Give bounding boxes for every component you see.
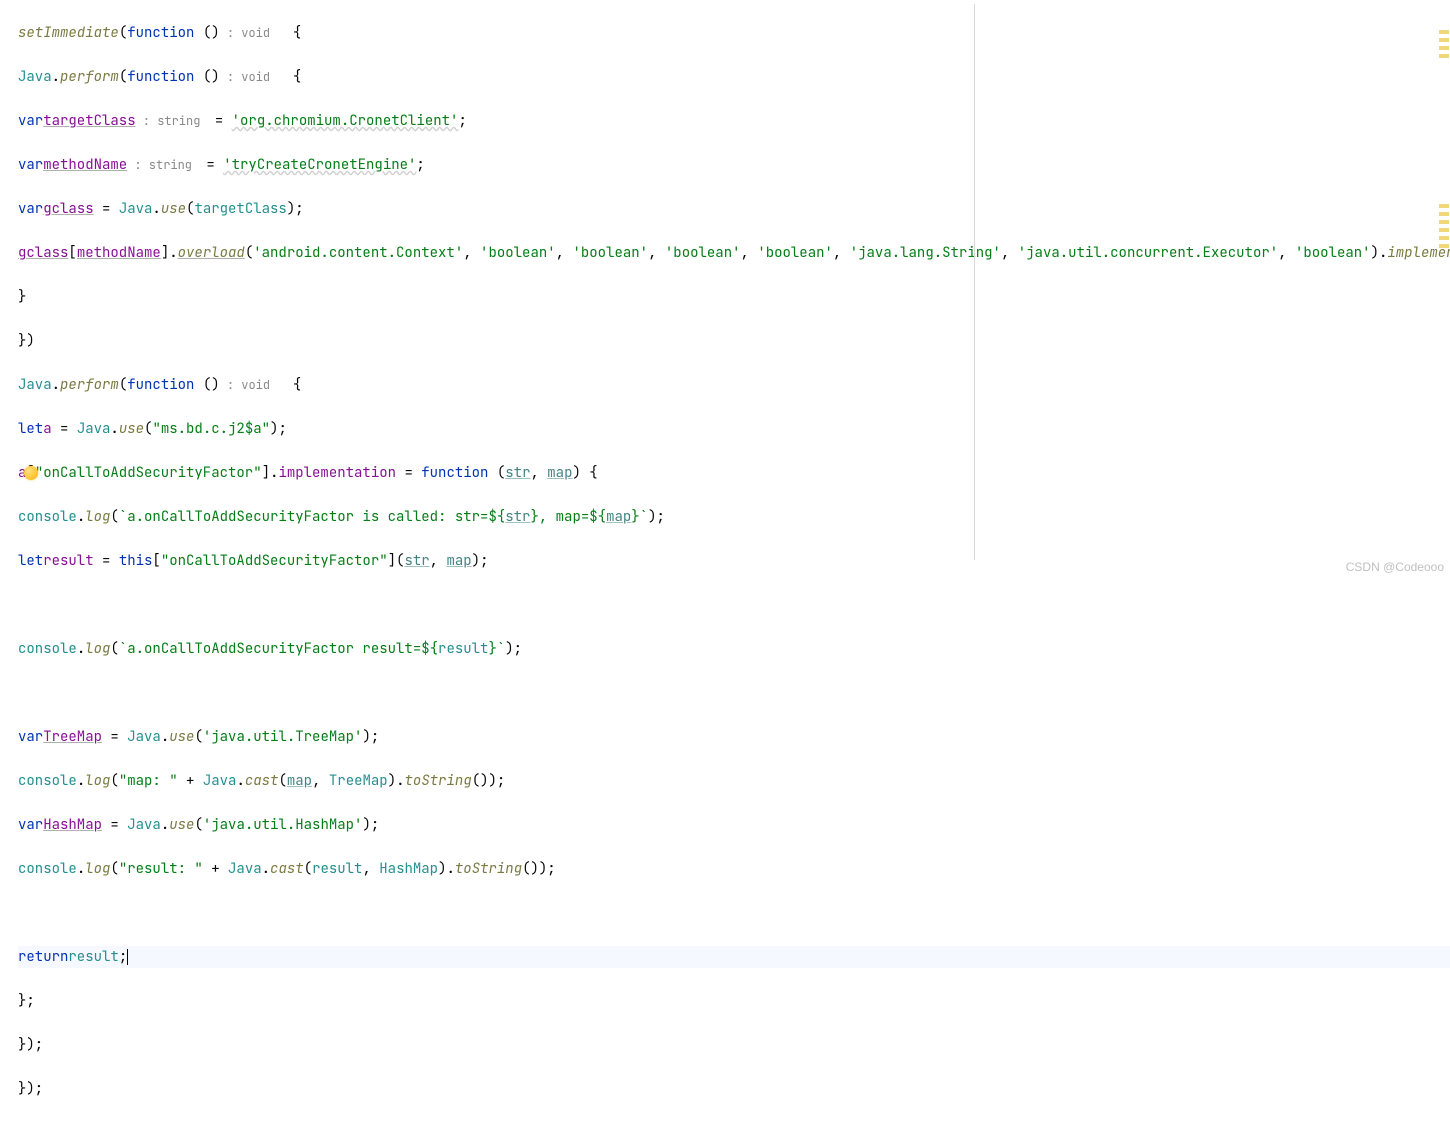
code-line[interactable]: setImmediate(function () : void { — [18, 22, 1450, 44]
warning-mark[interactable] — [1439, 244, 1449, 248]
warning-mark[interactable] — [1439, 204, 1449, 208]
code-line[interactable]: console.log(`a.onCallToAddSecurityFactor… — [18, 638, 1450, 660]
code-line[interactable]: console.log("map: " + Java.cast(map, Tre… — [18, 770, 1450, 792]
code-line[interactable]: console.log("result: " + Java.cast(resul… — [18, 858, 1450, 880]
error-stripe[interactable] — [1438, 0, 1450, 580]
code-line[interactable]: let a = Java.use("ms.bd.c.j2$a"); — [18, 418, 1450, 440]
code-line[interactable]: var targetClass : string = 'org.chromium… — [18, 110, 1450, 132]
code-line[interactable]: let result = this["onCallToAddSecurityFa… — [18, 550, 1450, 572]
warning-mark[interactable] — [1439, 46, 1449, 50]
code-line[interactable]: }; — [18, 990, 1450, 1012]
code-line[interactable]: var methodName : string = 'tryCreateCron… — [18, 154, 1450, 176]
code-line[interactable]: var TreeMap = Java.use('java.util.TreeMa… — [18, 726, 1450, 748]
code-line-current[interactable]: return result; — [18, 946, 1450, 968]
warning-mark[interactable] — [1439, 212, 1449, 216]
code-editor[interactable]: setImmediate(function () : void { Java.p… — [0, 0, 1450, 1122]
code-line[interactable]: Java.perform(function () : void { — [18, 66, 1450, 88]
code-line[interactable]: } — [18, 286, 1450, 308]
text-cursor — [127, 949, 128, 965]
watermark-text: CSDN @Codeooo — [1346, 560, 1444, 574]
fn-call: setImmediate — [18, 22, 119, 44]
warning-mark[interactable] — [1439, 220, 1449, 224]
code-line[interactable]: }) — [18, 330, 1450, 352]
code-line[interactable]: Java.perform(function () : void { — [18, 374, 1450, 396]
lightbulb-icon[interactable] — [24, 466, 38, 480]
warning-mark[interactable] — [1439, 54, 1449, 58]
code-line[interactable]: }); — [18, 1034, 1450, 1056]
warning-mark[interactable] — [1439, 236, 1449, 240]
code-line[interactable]: var gclass = Java.use(targetClass); — [18, 198, 1450, 220]
code-line[interactable]: }); — [18, 1078, 1450, 1100]
warning-mark[interactable] — [1439, 30, 1449, 34]
code-line[interactable]: var HashMap = Java.use('java.util.HashMa… — [18, 814, 1450, 836]
code-line[interactable]: console.log(`a.onCallToAddSecurityFactor… — [18, 506, 1450, 528]
code-line[interactable]: gclass[methodName].overload('android.con… — [18, 242, 1450, 264]
code-line[interactable] — [18, 682, 1450, 704]
code-line[interactable] — [18, 594, 1450, 616]
vertical-guide — [974, 4, 975, 560]
code-line[interactable] — [18, 902, 1450, 924]
code-line[interactable]: a["onCallToAddSecurityFactor"].implement… — [18, 462, 1450, 484]
warning-mark[interactable] — [1439, 228, 1449, 232]
warning-mark[interactable] — [1439, 38, 1449, 42]
